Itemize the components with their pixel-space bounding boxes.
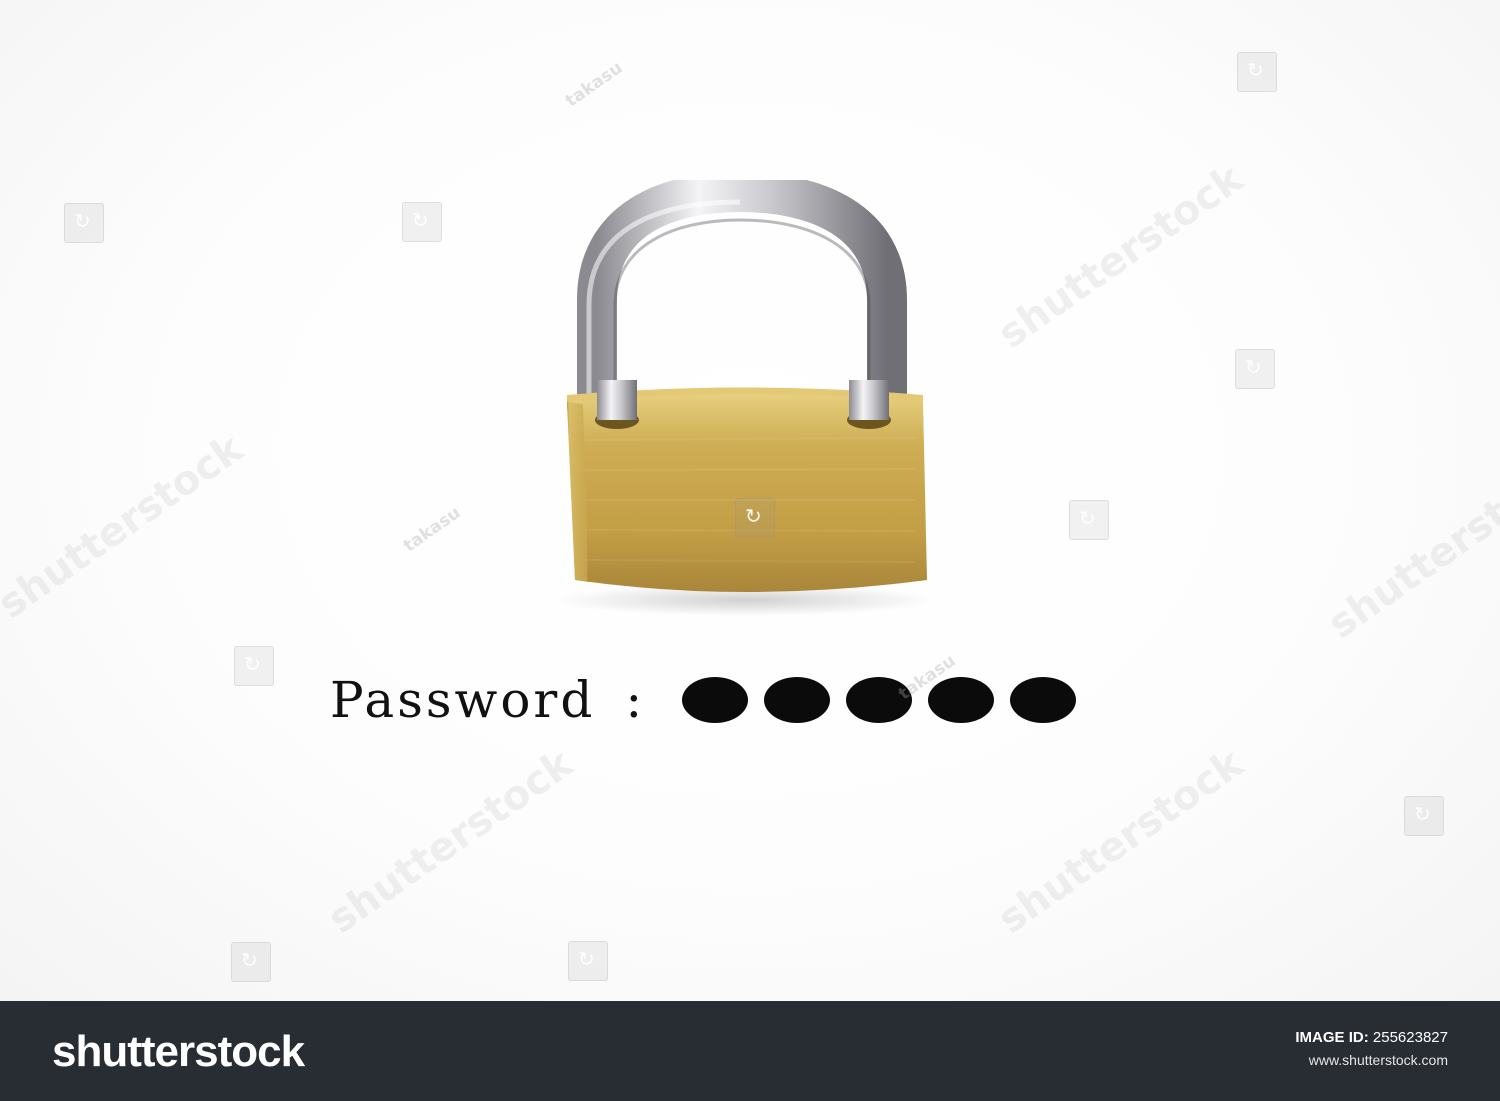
password-separator: :	[625, 671, 643, 729]
stock-photo: Password : shutterstock shutterstock shu…	[0, 0, 1500, 1001]
watermark-logo-icon	[735, 498, 775, 538]
watermark-brand-text: shutterstock	[990, 740, 1252, 943]
password-dot	[682, 677, 749, 723]
watermark-author-text: takasu	[400, 502, 465, 557]
watermark-author-text: takasu	[562, 57, 627, 112]
watermark-logo-icon	[568, 941, 608, 981]
padlock-image	[555, 180, 935, 616]
password-dot	[928, 677, 995, 723]
watermark-logo-icon	[231, 942, 271, 982]
masked-password-dots	[682, 677, 1092, 723]
site-url: www.shutterstock.com	[1308, 1052, 1448, 1068]
shutterstock-logo: shutterstock	[52, 1027, 305, 1076]
watermark-brand-text: shutterstock	[1320, 445, 1500, 648]
watermark-logo-icon	[402, 202, 442, 242]
watermark-logo-icon	[234, 646, 274, 686]
stock-footer-bar: shutterstock IMAGE ID: 255623827 www.shu…	[0, 1001, 1500, 1101]
watermark-logo-icon	[1235, 349, 1275, 389]
password-label: Password	[330, 671, 596, 729]
watermark-brand-text: shutterstock	[320, 740, 582, 943]
watermark-logo-icon	[1069, 500, 1109, 540]
watermark-logo-icon	[64, 203, 104, 243]
watermark-logo-icon	[1404, 796, 1444, 836]
image-id-label: IMAGE ID:	[1295, 1029, 1369, 1046]
watermark-brand-text: shutterstock	[0, 425, 252, 628]
password-line: Password :	[330, 660, 1092, 740]
password-dot	[1010, 677, 1077, 723]
watermark-brand-text: shutterstock	[990, 155, 1252, 358]
image-id-line: IMAGE ID: 255623827	[1295, 1029, 1448, 1046]
password-dot	[764, 677, 831, 723]
image-meta: IMAGE ID: 255623827 www.shutterstock.com	[1295, 1029, 1448, 1068]
image-id-value: 255623827	[1372, 1029, 1448, 1046]
watermark-logo-icon	[1237, 52, 1277, 92]
